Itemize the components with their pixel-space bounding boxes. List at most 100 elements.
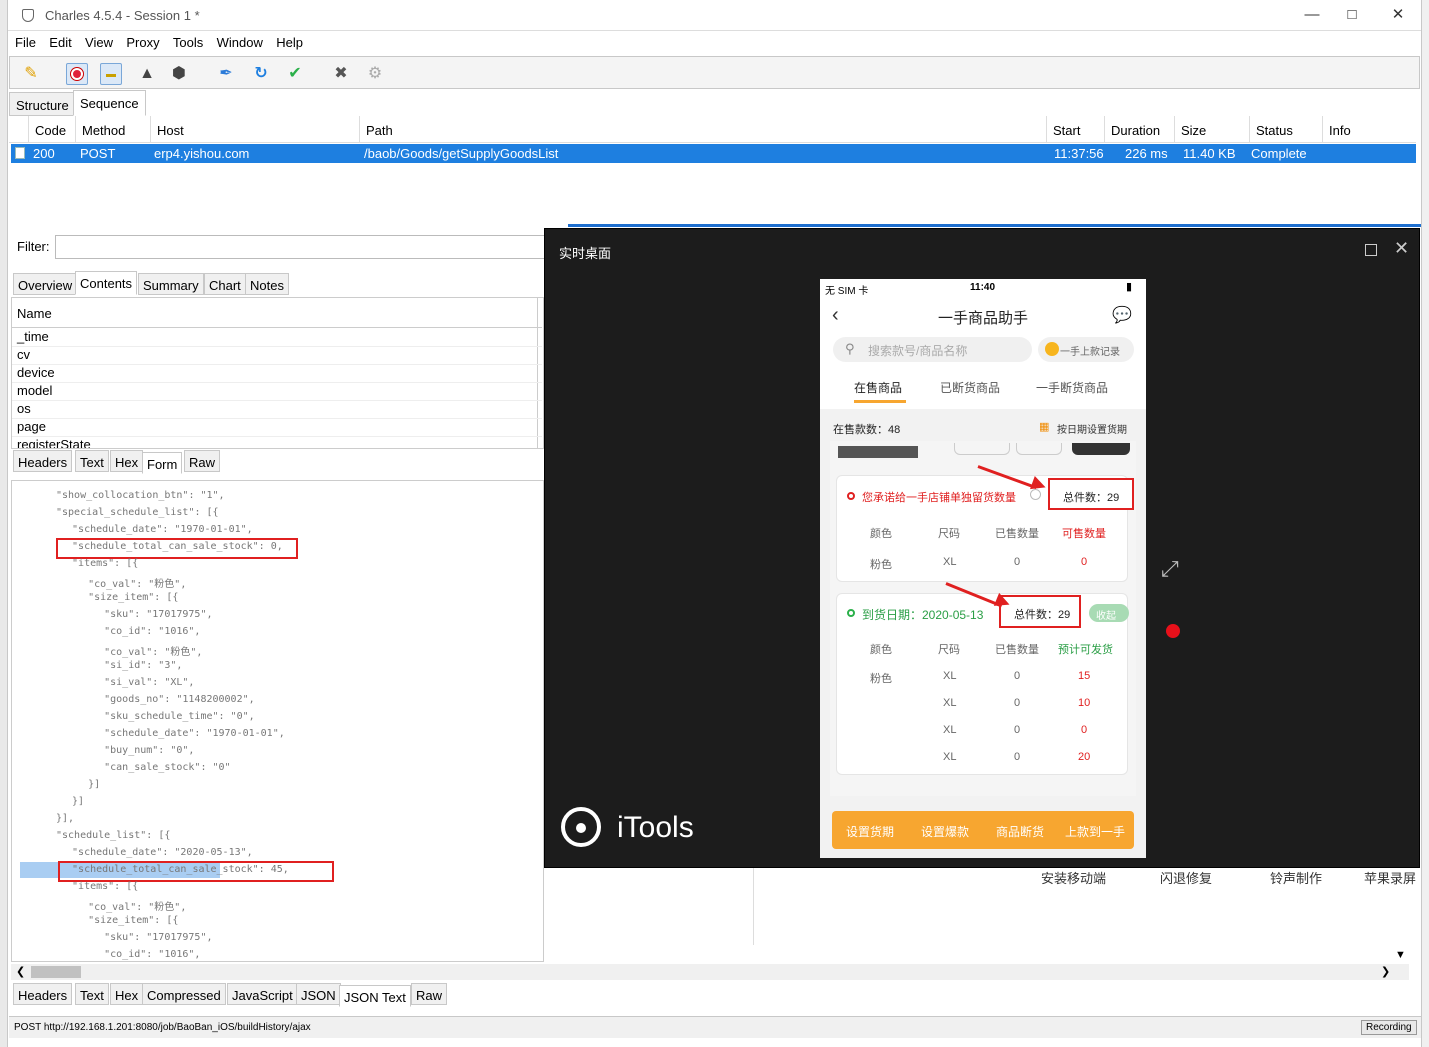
tab-response-hex[interactable]: Hex (110, 983, 144, 1005)
close-button[interactable]: ✕ (1378, 4, 1418, 26)
record-icon[interactable] (66, 63, 88, 85)
back-icon[interactable]: ‹ (832, 304, 839, 327)
cell-size: XL (943, 556, 957, 568)
menu-window[interactable]: Window (213, 33, 267, 50)
tab-request-hex[interactable]: Hex (110, 450, 144, 472)
edit-goods-button[interactable] (954, 443, 1010, 455)
schedule-by-date-link[interactable]: 按日期设置货期 (1057, 421, 1127, 436)
tab-overview[interactable]: Overview (13, 273, 78, 295)
menu-proxy[interactable]: Proxy (122, 33, 163, 50)
check-icon[interactable]: ✔ (284, 63, 306, 85)
column-size[interactable]: Size (1174, 116, 1249, 143)
throttle-icon[interactable]: ▬ (100, 63, 122, 85)
form-row-cv[interactable]: cv (12, 347, 542, 365)
form-row-device[interactable]: device (12, 365, 542, 383)
menu-tools[interactable]: Tools (169, 33, 207, 50)
column-status[interactable]: Status (1249, 116, 1322, 143)
tab-structure[interactable]: Structure (9, 92, 76, 116)
tab-summary[interactable]: Summary (138, 273, 204, 295)
menu-help[interactable]: Help (272, 33, 307, 50)
scroll-right-icon[interactable]: ❯ (1381, 965, 1390, 978)
record-dot-icon[interactable] (1166, 624, 1180, 638)
row-code: 200 (33, 146, 55, 161)
red-dot-icon (847, 492, 855, 500)
tab-response-json[interactable]: JSON (296, 983, 341, 1005)
tab-sequence[interactable]: Sequence (73, 90, 146, 116)
tab-response-json-text[interactable]: JSON Text (339, 985, 411, 1007)
json-line: "co_id": "1016", (68, 626, 201, 637)
tab-request-raw[interactable]: Raw (184, 450, 221, 472)
itools-close-icon[interactable]: ✕ (1394, 238, 1409, 259)
shelf-button[interactable] (1072, 443, 1130, 455)
collapse-button[interactable]: 收起 (1089, 604, 1129, 622)
ringtone-link[interactable]: 铃声制作 (1270, 868, 1322, 887)
column-start[interactable]: Start (1046, 116, 1104, 143)
tab-response-compressed[interactable]: Compressed (142, 983, 226, 1005)
cell-color: 粉色 (870, 559, 892, 571)
column-host[interactable]: Host (150, 116, 359, 143)
tab-notes[interactable]: Notes (245, 273, 289, 295)
screen-record-link[interactable]: 苹果录屏 (1364, 868, 1421, 887)
install-mobile-link[interactable]: 安装移动端 (1041, 868, 1106, 887)
column-method[interactable]: Method (75, 116, 150, 143)
tab-chart[interactable]: Chart (204, 273, 246, 295)
recording-indicator[interactable]: Recording (1361, 1020, 1417, 1035)
refresh-icon[interactable]: ↻ (250, 63, 272, 85)
column-info[interactable]: Info (1322, 116, 1416, 143)
form-row-registerstate[interactable]: registerState (12, 437, 542, 448)
tab-response-headers[interactable]: Headers (13, 983, 73, 1005)
tab-first-hand-out-of-stock[interactable]: 一手断货商品 (1036, 379, 1108, 396)
tab-response-text[interactable]: Text (75, 983, 109, 1005)
settings-icon[interactable]: ⚙ (364, 63, 386, 85)
upload-record-button[interactable]: 一手上款记录 (1038, 337, 1134, 362)
json-text-view[interactable]: "show_collocation_btn": "1", "special_sch… (11, 480, 544, 962)
column-duration[interactable]: Duration (1104, 116, 1174, 143)
scroll-left-icon[interactable]: ❮ (16, 965, 25, 978)
column-code[interactable]: Code (28, 116, 75, 143)
tab-response-javascript[interactable]: JavaScript (227, 983, 298, 1005)
row-duration: 226 ms (1125, 146, 1168, 161)
tab-contents[interactable]: Contents (75, 271, 138, 295)
set-schedule-button[interactable]: 设置货期 (846, 823, 894, 840)
search-input[interactable]: ⚲ 搜索款号/商品名称 (833, 337, 1032, 362)
filter-input[interactable] (55, 235, 555, 259)
horizontal-scrollbar[interactable]: ❮ ❯ (11, 964, 1409, 980)
json-line: "co_val": "粉色", (64, 579, 187, 590)
tab-out-of-stock[interactable]: 已断货商品 (940, 379, 1000, 396)
maximize-button[interactable]: □ (1332, 4, 1372, 26)
form-row-page[interactable]: page (12, 419, 542, 437)
form-row-os[interactable]: os (12, 401, 542, 419)
row-host: erp4.yishou.com (154, 146, 250, 161)
itools-maximize-icon[interactable] (1365, 244, 1377, 256)
table-row[interactable]: 200 POST erp4.yishou.com /baob/Goods/get… (11, 144, 1416, 163)
menu-view[interactable]: View (81, 33, 117, 50)
chat-icon[interactable]: 💬 (1112, 305, 1132, 325)
stop-icon[interactable]: ⬢ (168, 63, 190, 85)
tab-request-text[interactable]: Text (75, 450, 109, 472)
fullscreen-icon[interactable]: ⤢ (1161, 556, 1179, 582)
tab-response-raw[interactable]: Raw (411, 983, 448, 1005)
tools-icon[interactable]: ✖ (330, 63, 352, 85)
out-of-stock-button[interactable]: 商品断货 (996, 823, 1044, 840)
menu-edit[interactable]: Edit (45, 33, 75, 50)
form-row-time[interactable]: _time (12, 329, 542, 347)
header-ship-2: 预计可发货 (1058, 644, 1113, 656)
set-hot-button[interactable]: 设置爆款 (921, 823, 969, 840)
json-line: "schedule_total_can_sale_stock": 0, (60, 541, 283, 552)
tab-request-headers[interactable]: Headers (13, 450, 73, 472)
tab-request-form[interactable]: Form (142, 452, 183, 474)
crash-repair-link[interactable]: 闪退修复 (1160, 868, 1212, 887)
scroll-down-icon[interactable]: ▼ (1395, 949, 1406, 961)
broom-icon[interactable]: ✎ (20, 63, 42, 85)
form-row-model[interactable]: model (12, 383, 542, 401)
column-path[interactable]: Path (359, 116, 1046, 143)
scrollbar-thumb[interactable] (31, 966, 81, 978)
upload-first-hand-button[interactable]: 上款到一手 (1065, 823, 1125, 840)
pen-icon[interactable]: ✒ (215, 63, 237, 85)
turtle-icon[interactable]: ▲ (136, 63, 158, 85)
nav-title: 一手商品助手 (938, 310, 1029, 327)
menu-file[interactable]: File (11, 33, 40, 50)
change-price-button[interactable] (1016, 443, 1062, 455)
tab-on-sale[interactable]: 在售商品 (854, 379, 902, 396)
minimize-button[interactable]: — (1292, 4, 1332, 26)
